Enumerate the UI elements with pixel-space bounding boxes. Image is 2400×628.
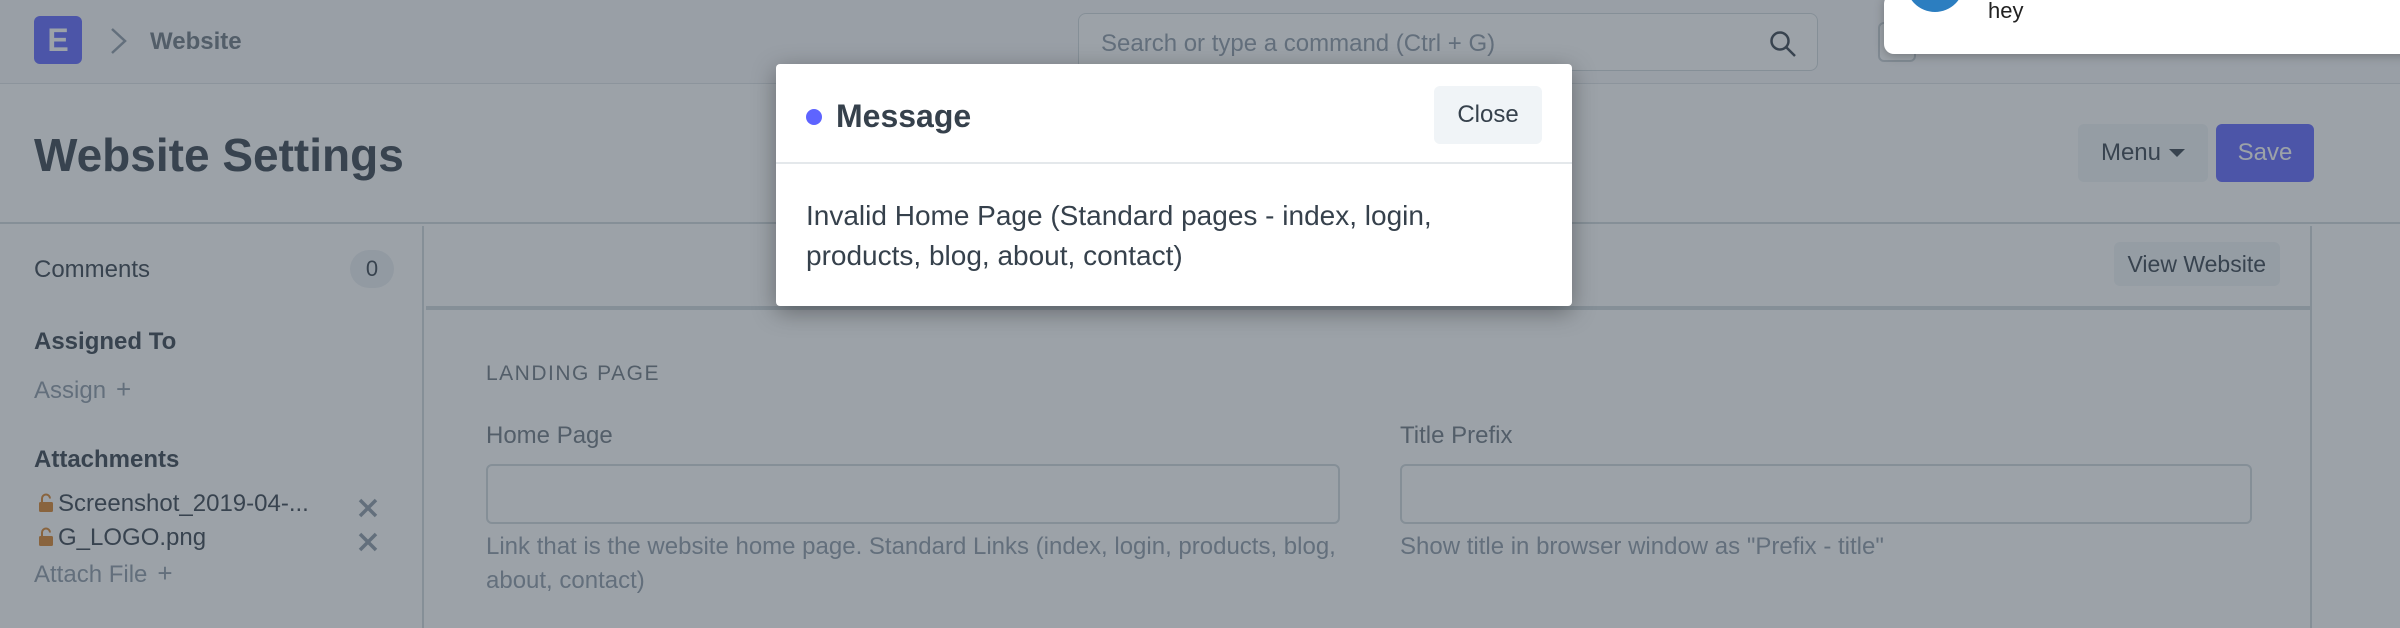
notification-text: hey <box>1988 0 2024 23</box>
indicator-dot-icon <box>806 109 822 125</box>
message-dialog: Message Close Invalid Home Page (Standar… <box>776 64 1572 306</box>
dialog-header: Message Close <box>776 64 1572 164</box>
notification-toast[interactable]: hey <box>1884 0 2400 54</box>
dialog-title: Message <box>836 98 972 134</box>
avatar <box>1906 0 1964 12</box>
dialog-message: Invalid Home Page (Standard pages - inde… <box>806 200 1432 271</box>
close-button[interactable]: Close <box>1434 86 1542 144</box>
